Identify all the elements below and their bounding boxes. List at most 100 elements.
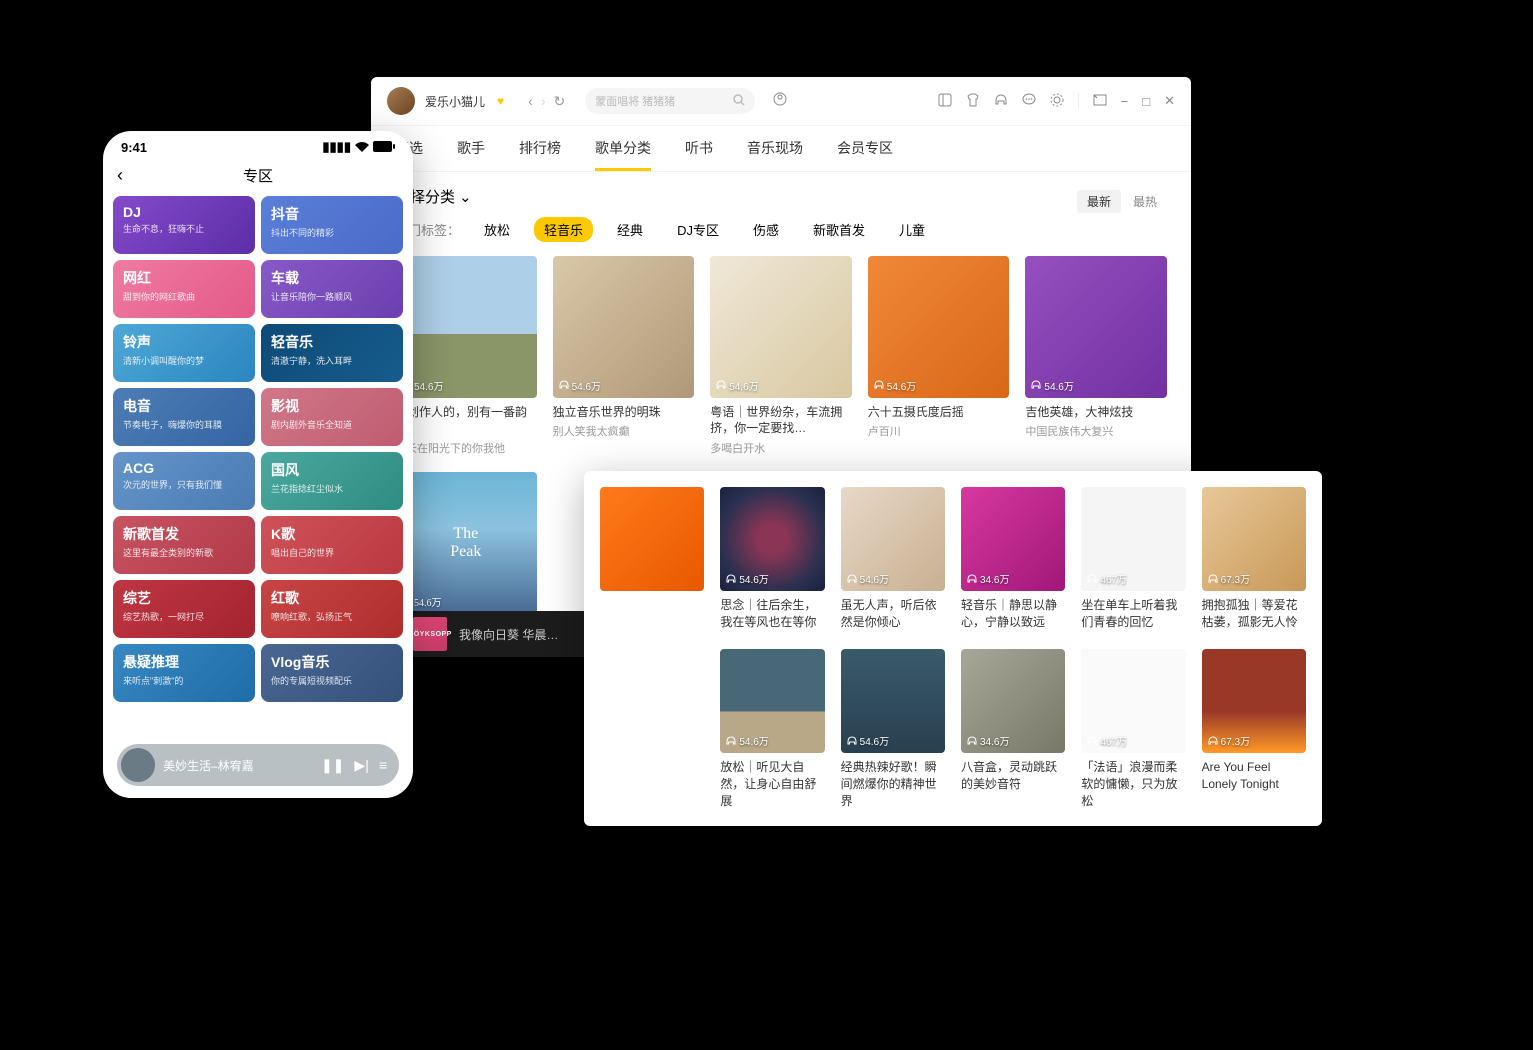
panel-title: 坐在单车上听着我们青春的回忆 bbox=[1081, 597, 1185, 631]
search-icon[interactable] bbox=[733, 94, 745, 109]
tab-item[interactable]: 听书 bbox=[685, 138, 713, 171]
panel-cover[interactable]: 34.6万 bbox=[961, 649, 1065, 753]
nav-back-icon[interactable]: ‹ bbox=[528, 93, 533, 109]
tag-item[interactable]: 新歌首发 bbox=[803, 217, 875, 242]
panel-card[interactable]: 34.6万八音盒，灵动跳跃的美妙音符 bbox=[961, 649, 1065, 810]
playlist-card[interactable]: The Peak 54.6万 bbox=[395, 472, 537, 614]
panel-card[interactable] bbox=[600, 487, 704, 631]
minimize-icon[interactable]: − bbox=[1121, 94, 1129, 109]
panel-cover[interactable]: 467万 bbox=[1081, 649, 1185, 753]
grid-icon[interactable] bbox=[938, 93, 952, 110]
panel-card[interactable]: 467万坐在单车上听着我们青春的回忆 bbox=[1081, 487, 1185, 631]
category-card[interactable]: 悬疑推理来听点"刺激"的 bbox=[113, 644, 255, 702]
avatar[interactable] bbox=[387, 87, 415, 115]
tag-item[interactable]: 经典 bbox=[607, 217, 653, 242]
playlist-card[interactable]: 54.6万 六十五摄氏度后摇 卢百川 bbox=[868, 256, 1010, 456]
mini-player-art[interactable] bbox=[121, 748, 155, 782]
pip-icon[interactable] bbox=[1093, 93, 1107, 110]
vip-badge-icon: ♥ bbox=[497, 94, 504, 108]
playlist-subtitle: 中国民族伟大复兴 bbox=[1025, 423, 1167, 439]
username[interactable]: 爱乐小猫儿 bbox=[425, 93, 485, 110]
category-card[interactable]: 新歌首发这里有最全类别的新歌 bbox=[113, 516, 255, 574]
nav-fwd-icon[interactable]: › bbox=[541, 93, 546, 109]
panel-cover[interactable]: 467万 bbox=[1081, 487, 1185, 591]
tab-item[interactable]: 歌单分类 bbox=[595, 138, 651, 171]
playlist-cover[interactable]: 54.6万 bbox=[395, 256, 537, 398]
playlist-card[interactable]: 54.6万 吉他英雄，大神炫技 中国民族伟大复兴 bbox=[1025, 256, 1167, 456]
next-icon[interactable]: ▶| bbox=[354, 757, 368, 774]
playlist-card[interactable]: 54.6万 听创作人的，别有一番韵味 生长在阳光下的你我他 bbox=[395, 256, 537, 456]
playlist-card[interactable]: 54.6万 独立音乐世界的明珠 别人笑我太疯癫 bbox=[553, 256, 695, 456]
panel-title: 八音盒，灵动跳跃的美妙音符 bbox=[961, 759, 1065, 793]
panel-card[interactable]: 67.3万拥抱孤独｜等爱花枯萎，孤影无人怜 bbox=[1202, 487, 1306, 631]
refresh-icon[interactable]: ↻ bbox=[553, 93, 565, 110]
mini-player[interactable]: 美妙生活–林宥嘉 ❚❚ ▶| ≡ bbox=[117, 744, 399, 786]
category-title: 新歌首发 bbox=[123, 524, 245, 544]
panel-cover[interactable]: 54.6万 bbox=[841, 649, 945, 753]
category-card[interactable]: 影视剧内剧外音乐全知道 bbox=[261, 388, 403, 446]
panel-title: 虽无人声，听后依然是你倾心 bbox=[841, 597, 945, 631]
mobile-title: 专区 bbox=[243, 165, 273, 186]
panel-cover[interactable]: 67.3万 bbox=[1202, 487, 1306, 591]
panel-card[interactable]: 467万「法语」浪漫而柔软的慵懒，只为放松 bbox=[1081, 649, 1185, 810]
tab-item[interactable]: 会员专区 bbox=[837, 138, 893, 171]
sort-hottest[interactable]: 最热 bbox=[1123, 190, 1167, 213]
category-card[interactable]: 红歌嘹响红歌，弘扬正气 bbox=[261, 580, 403, 638]
category-card[interactable]: 国风兰花指捻红尘似水 bbox=[261, 452, 403, 510]
panel-card[interactable]: 54.6万经典热辣好歌！瞬间燃爆你的精神世界 bbox=[841, 649, 945, 810]
maximize-icon[interactable]: □ bbox=[1142, 94, 1150, 109]
list-icon[interactable]: ≡ bbox=[379, 757, 387, 774]
category-card[interactable]: 综艺综艺热歌，一网打尽 bbox=[113, 580, 255, 638]
tag-item[interactable]: 轻音乐 bbox=[534, 217, 593, 242]
panel-card[interactable]: 67.3万Are You Feel Lonely Tonight bbox=[1202, 649, 1306, 810]
tab-item[interactable]: 音乐现场 bbox=[747, 138, 803, 171]
shirt-icon[interactable] bbox=[966, 93, 980, 110]
panel-card[interactable]: 54.6万放松｜听见大自然，让身心自由舒展 bbox=[720, 649, 824, 810]
category-card[interactable]: 网红甜到你的网红歌曲 bbox=[113, 260, 255, 318]
tag-item[interactable]: 放松 bbox=[474, 217, 520, 242]
panel-card[interactable]: 34.6万轻音乐｜静思以静心，宁静以致远 bbox=[961, 487, 1065, 631]
comment-icon[interactable] bbox=[1022, 93, 1036, 110]
category-card[interactable]: 车载让音乐陪你一路顺风 bbox=[261, 260, 403, 318]
category-card[interactable]: Vlog音乐你的专属短视频配乐 bbox=[261, 644, 403, 702]
panel-cover[interactable] bbox=[600, 487, 704, 591]
tag-item[interactable]: DJ专区 bbox=[667, 217, 729, 242]
playlist-cover[interactable]: 54.6万 bbox=[868, 256, 1010, 398]
panel-cover[interactable]: 34.6万 bbox=[961, 487, 1065, 591]
category-card[interactable]: K歌唱出自己的世界 bbox=[261, 516, 403, 574]
panel-card[interactable]: 54.6万虽无人声，听后依然是你倾心 bbox=[841, 487, 945, 631]
tag-item[interactable]: 儿童 bbox=[889, 217, 935, 242]
category-card[interactable]: 轻音乐清澈宁静，洗入耳畔 bbox=[261, 324, 403, 382]
player-art[interactable]: RÖYKSOPP bbox=[413, 617, 447, 651]
playlist-card[interactable]: 54.6万 粤语｜世界纷杂，车流拥挤，你一定要找… 多喝白开水 bbox=[710, 256, 852, 456]
panel-title: 轻音乐｜静思以静心，宁静以致远 bbox=[961, 597, 1065, 631]
sort-newest[interactable]: 最新 bbox=[1077, 190, 1121, 213]
playlist-cover[interactable]: The Peak 54.6万 bbox=[395, 472, 537, 614]
panel-cover[interactable]: 54.6万 bbox=[720, 487, 824, 591]
panel-card[interactable]: 54.6万思念｜往后余生，我在等风也在等你 bbox=[720, 487, 824, 631]
category-card[interactable]: DJ生命不息，狂嗨不止 bbox=[113, 196, 255, 254]
pause-icon[interactable]: ❚❚ bbox=[321, 757, 344, 774]
search-input[interactable]: 蒙面唱将 猪猪猪 bbox=[585, 88, 755, 114]
category-card[interactable]: 铃声清新小调叫醒你的梦 bbox=[113, 324, 255, 382]
category-subtitle: 让音乐陪你一路顺风 bbox=[271, 290, 393, 303]
playlist-cover[interactable]: 54.6万 bbox=[1025, 256, 1167, 398]
category-subtitle: 嘹响红歌，弘扬正气 bbox=[271, 610, 393, 623]
category-card[interactable]: 电音节奏电子，嗨爆你的耳膜 bbox=[113, 388, 255, 446]
category-card[interactable]: ACG次元的世界，只有我们懂 bbox=[113, 452, 255, 510]
panel-cover[interactable]: 67.3万 bbox=[1202, 649, 1306, 753]
category-card[interactable]: 抖音抖出不同的精彩 bbox=[261, 196, 403, 254]
mic-icon[interactable] bbox=[773, 92, 787, 111]
gear-icon[interactable] bbox=[1050, 93, 1064, 110]
close-icon[interactable]: ✕ bbox=[1164, 93, 1175, 109]
playlist-cover[interactable]: 54.6万 bbox=[553, 256, 695, 398]
tab-item[interactable]: 排行榜 bbox=[519, 138, 561, 171]
headphone-icon[interactable] bbox=[994, 93, 1008, 110]
panel-cover[interactable]: 54.6万 bbox=[841, 487, 945, 591]
panel-cover[interactable]: 54.6万 bbox=[720, 649, 824, 753]
tab-item[interactable]: 歌手 bbox=[457, 138, 485, 171]
back-icon[interactable]: ‹ bbox=[117, 165, 123, 186]
tag-item[interactable]: 伤感 bbox=[743, 217, 789, 242]
player-song[interactable]: 我像向日葵 华晨… bbox=[459, 626, 558, 643]
playlist-cover[interactable]: 54.6万 bbox=[710, 256, 852, 398]
